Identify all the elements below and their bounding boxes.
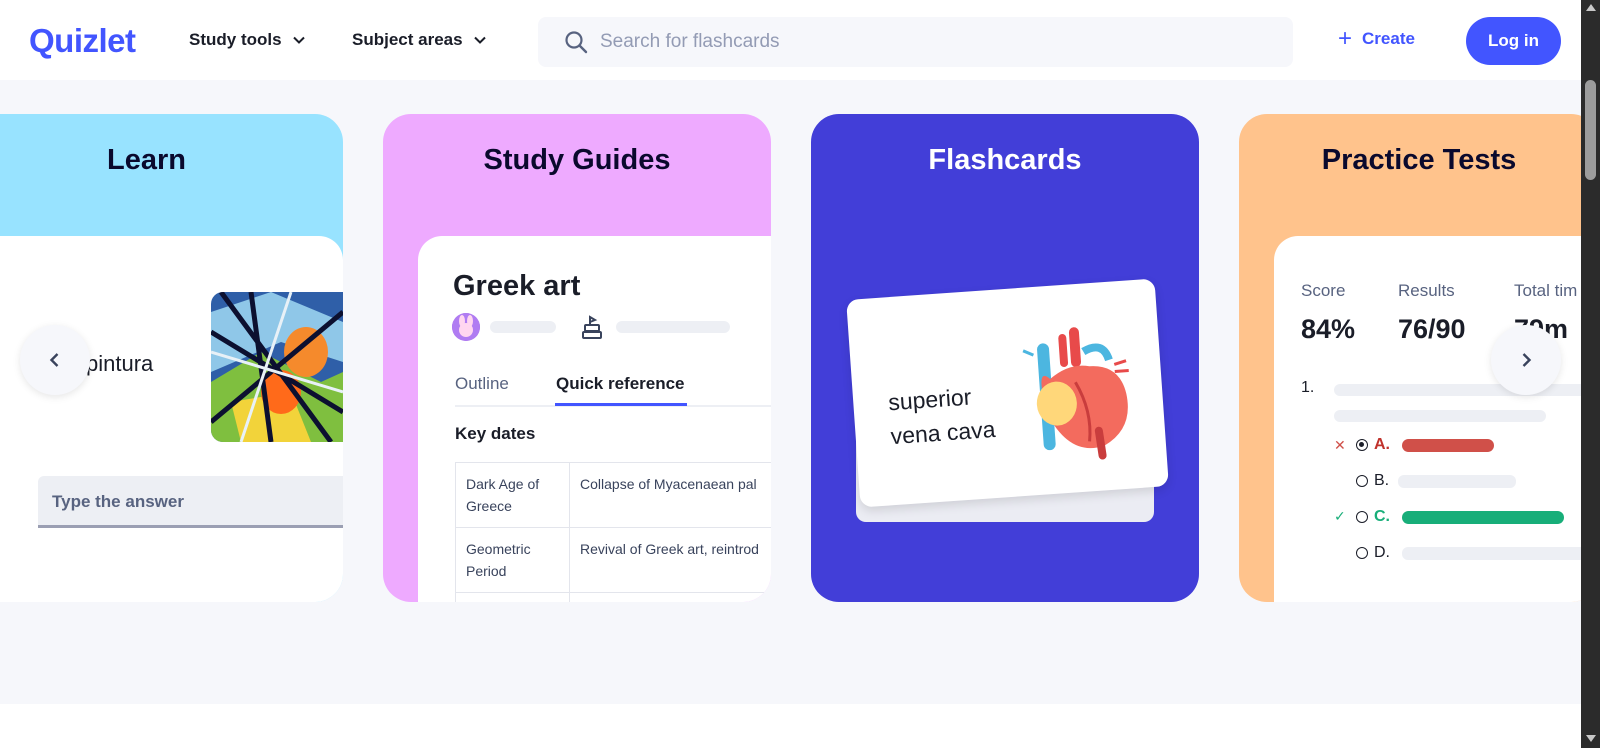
flashcard-term-line2: vena cava xyxy=(889,415,997,450)
create-label: Create xyxy=(1362,29,1415,48)
scroll-up-arrow-icon[interactable] xyxy=(1586,4,1596,11)
painting-image xyxy=(211,292,343,442)
chevron-left-icon xyxy=(49,353,59,367)
table-cell-empty xyxy=(455,592,570,602)
search-input[interactable] xyxy=(600,17,1280,67)
stat-results-label: Results xyxy=(1398,281,1455,300)
books-icon xyxy=(582,315,602,339)
scrollbar-thumb[interactable] xyxy=(1585,80,1596,180)
stat-score-label: Score xyxy=(1301,281,1346,300)
chevron-right-icon xyxy=(1522,353,1532,367)
option-letter: C. xyxy=(1374,508,1390,525)
option-letter: B. xyxy=(1374,472,1390,489)
table-row: Dark Age of Greece Collapse of Myacenaea… xyxy=(455,462,771,528)
flashcards-card-title: Flashcards xyxy=(928,144,1082,176)
chevron-down-icon xyxy=(473,36,486,44)
study-guides-card[interactable]: Study Guides Greek art Outline Quick ref… xyxy=(383,114,771,602)
table-row: Geometric Period Revival of Greek art, r… xyxy=(455,527,771,593)
heart-icon xyxy=(1022,327,1129,460)
tab-outline[interactable]: Outline xyxy=(455,374,509,394)
feature-carousel: Learn pintura Type the answer Study Guid… xyxy=(0,80,1581,704)
stat-score-value: 84% xyxy=(1301,314,1356,344)
placeholder-bar xyxy=(490,321,556,333)
flashcards-card[interactable]: Flashcards superior vena cava xyxy=(811,114,1199,602)
carousel-prev-button[interactable] xyxy=(20,325,90,395)
guide-title: Greek art xyxy=(453,270,581,302)
key-dates-table: Dark Age of Greece Collapse of Myacenaea… xyxy=(455,462,771,602)
quizlet-logo[interactable]: Quizlet xyxy=(29,22,136,60)
nav-study-tools[interactable]: Study tools xyxy=(189,30,306,50)
placeholder-bar xyxy=(1402,547,1581,560)
practice-test-preview: Score 84% Results 76/90 Total tim 79m 1.… xyxy=(1274,236,1581,602)
option-d[interactable]: D. xyxy=(1356,544,1390,562)
table-cell-empty xyxy=(569,592,771,602)
placeholder-bar xyxy=(1398,475,1516,488)
wrong-mark-icon: ✕ xyxy=(1334,437,1346,453)
nav-study-tools-label: Study tools xyxy=(189,30,282,49)
option-c[interactable]: C. xyxy=(1356,508,1390,526)
placeholder-bar xyxy=(616,321,730,333)
answer-bar-correct xyxy=(1402,511,1564,524)
radio-icon xyxy=(1356,547,1368,559)
tab-quick-reference[interactable]: Quick reference xyxy=(556,374,685,394)
question-number: 1. xyxy=(1301,379,1315,396)
scroll-down-arrow-icon[interactable] xyxy=(1586,735,1596,742)
radio-selected-icon xyxy=(1356,439,1368,451)
option-letter: D. xyxy=(1374,544,1390,561)
section-heading: Key dates xyxy=(455,424,536,443)
learn-preview: pintura Type the answer xyxy=(0,236,343,602)
correct-mark-icon: ✓ xyxy=(1334,508,1346,524)
learn-word: pintura xyxy=(86,351,154,376)
table-row xyxy=(455,592,771,602)
login-button[interactable]: Log in xyxy=(1466,17,1561,65)
chevron-down-icon xyxy=(292,36,305,44)
option-a[interactable]: A. xyxy=(1356,436,1390,454)
top-header: Quizlet Study tools Subject areas + Crea… xyxy=(0,0,1581,80)
table-cell-desc: Collapse of Myacenaean pal xyxy=(569,462,771,528)
answer-bar-wrong xyxy=(1402,439,1494,452)
practice-tests-card-title: Practice Tests xyxy=(1321,144,1517,176)
nav-subject-areas-label: Subject areas xyxy=(352,30,463,49)
option-letter: A. xyxy=(1374,436,1390,453)
page-scrollbar[interactable] xyxy=(1581,0,1600,748)
table-cell-desc: Revival of Greek art, reintrod xyxy=(569,527,771,593)
search-bar xyxy=(538,17,1293,67)
avatar xyxy=(452,313,480,341)
nav-subject-areas[interactable]: Subject areas xyxy=(352,30,487,50)
option-b[interactable]: B. xyxy=(1356,472,1389,490)
create-button[interactable]: + Create xyxy=(1338,25,1415,52)
carousel-next-button[interactable] xyxy=(1491,325,1561,395)
learn-card-title: Learn xyxy=(107,144,186,176)
flashcard-term: superior vena cava xyxy=(887,378,996,453)
study-guides-card-title: Study Guides xyxy=(483,144,671,176)
study-guide-preview: Greek art Outline Quick reference Key da… xyxy=(418,236,771,602)
plus-icon: + xyxy=(1338,25,1353,52)
table-cell-term: Geometric Period xyxy=(455,527,570,593)
active-tab-indicator xyxy=(555,403,687,406)
stat-time-label: Total tim xyxy=(1514,281,1578,300)
search-icon xyxy=(565,31,588,54)
flashcard-front: superior vena cava xyxy=(846,278,1169,508)
answer-field[interactable]: Type the answer xyxy=(38,476,343,528)
table-cell-term: Dark Age of Greece xyxy=(455,462,570,528)
stat-results-value: 76/90 xyxy=(1398,314,1466,344)
radio-icon xyxy=(1356,475,1368,487)
radio-icon xyxy=(1356,511,1368,523)
placeholder-bar xyxy=(1334,410,1546,422)
